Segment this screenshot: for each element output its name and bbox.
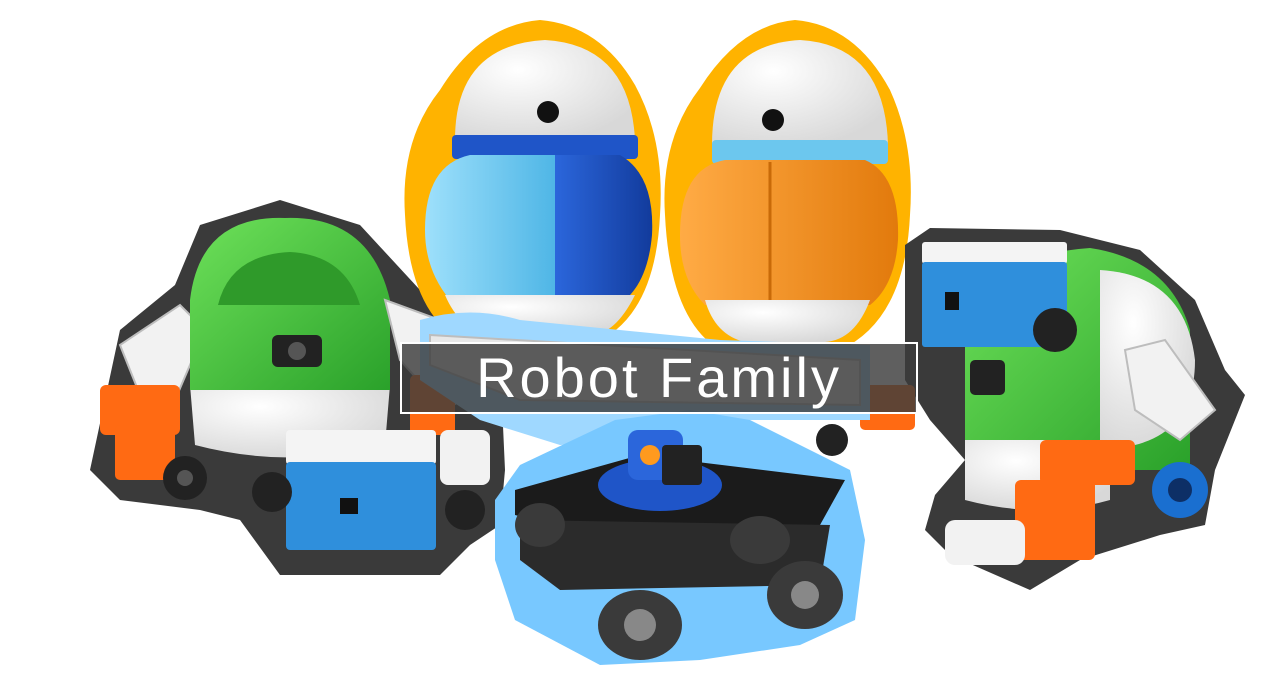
- orange-egg-eye: [762, 109, 784, 131]
- mecanum-wheel-rear-right: [730, 516, 790, 564]
- right-robot-arm-servo: [1015, 480, 1095, 560]
- left-arm-wheel-hub: [177, 470, 193, 486]
- robot-family-photo: Robot Family: [0, 0, 1280, 700]
- right-robot-camera: [970, 360, 1005, 395]
- left-robot-module-top: [286, 430, 436, 465]
- mecanum-wheel-front-right-hub: [791, 581, 819, 609]
- right-robot-top-wheel: [1033, 308, 1077, 352]
- mecanum-wheel-front-left-hub: [624, 609, 656, 641]
- right-robot-left-wheel: [816, 424, 848, 456]
- left-robot-module: [286, 462, 436, 550]
- orange-egg-robot: [664, 20, 911, 350]
- left-robot-module-sensor: [340, 498, 358, 514]
- right-robot-gripper: [945, 520, 1025, 565]
- left-robot-right-gripper: [440, 430, 490, 485]
- orange-egg-body: [680, 160, 899, 305]
- right-robot-arm-bracket: [1040, 440, 1135, 485]
- blue-egg-robot: [404, 20, 661, 345]
- blue-egg-body-right: [555, 155, 653, 300]
- left-robot-lens: [288, 342, 306, 360]
- title-text: Robot Family: [476, 346, 842, 409]
- mecanum-car: [495, 410, 865, 665]
- right-robot-blue-wheel-hub: [1168, 478, 1192, 502]
- right-robot-module-top: [922, 242, 1067, 264]
- mecanum-servo: [662, 445, 702, 485]
- mecanum-servo-horn: [640, 445, 660, 465]
- blue-egg-body-left: [425, 155, 555, 300]
- left-robot-front-wheel: [252, 472, 292, 512]
- title-banner: Robot Family: [400, 342, 918, 414]
- right-robot-module-sensor: [945, 292, 959, 310]
- mecanum-wheel-rear-left: [515, 503, 565, 547]
- left-robot-gripper-wheel: [445, 490, 485, 530]
- blue-egg-eye: [537, 101, 559, 123]
